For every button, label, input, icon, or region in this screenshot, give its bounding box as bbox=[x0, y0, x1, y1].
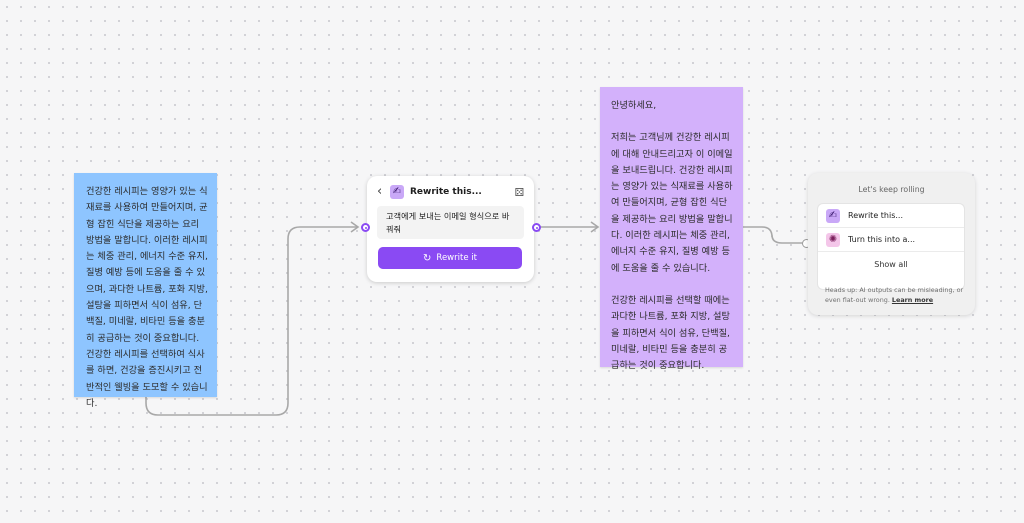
output-sticky-note[interactable]: 안녕하세요, 저희는 고객님께 건강한 레시피에 대해 안내드리고자 이 이메일… bbox=[600, 87, 743, 371]
rewrite-icon: ✍ bbox=[390, 185, 404, 199]
refresh-icon: ↻ bbox=[423, 252, 432, 264]
rewrite-it-button[interactable]: ↻ Rewrite it bbox=[378, 247, 522, 269]
rewrite-it-label: Rewrite it bbox=[436, 253, 477, 263]
action-label: Rewrite this... bbox=[848, 211, 904, 220]
connector-arrowhead-card bbox=[350, 221, 360, 233]
rewrite-card-title: Rewrite this... bbox=[410, 187, 482, 197]
source-sticky-text: 건강한 레시피는 영양가 있는 식재료를 사용하여 만들어지며, 균형 잡힌 식… bbox=[86, 186, 211, 409]
action-rewrite-this[interactable]: ✍ Rewrite this... bbox=[818, 204, 964, 228]
rewrite-card[interactable]: ‹ ✍ Rewrite this... ⚄ 고객에게 보내는 이메일 형식으로 … bbox=[367, 176, 534, 282]
transform-icon: ✺ bbox=[826, 232, 840, 247]
action-label: Turn this into a... bbox=[848, 235, 916, 244]
ai-disclaimer: Heads up: AI outputs can be misleading, … bbox=[825, 285, 965, 306]
dice-icon[interactable]: ⚄ bbox=[514, 186, 524, 199]
show-all-button[interactable]: Show all bbox=[818, 252, 964, 276]
learn-more-link[interactable]: Learn more bbox=[892, 296, 933, 304]
action-list: ✍ Rewrite this... ✺ Turn this into a... … bbox=[818, 204, 964, 289]
chevron-left-icon[interactable]: ‹ bbox=[377, 183, 389, 201]
connector-arrowhead-purple bbox=[590, 221, 600, 233]
connector-purple-to-panel bbox=[743, 226, 802, 244]
card-output-port[interactable] bbox=[532, 223, 541, 232]
next-actions-panel: Let's keep rolling ✍ Rewrite this... ✺ T… bbox=[808, 173, 975, 315]
rewrite-icon: ✍ bbox=[826, 208, 840, 223]
source-sticky-note[interactable]: 건강한 레시피는 영양가 있는 식재료를 사용하여 만들어지며, 균형 잡힌 식… bbox=[74, 173, 217, 409]
output-paragraph-2: 건강한 레시피를 선택할 때에는 과다한 나트륨, 포화 지방, 설탕을 피하면… bbox=[611, 294, 733, 372]
output-greeting: 안녕하세요, bbox=[611, 100, 657, 111]
rewrite-card-header: ‹ ✍ Rewrite this... ⚄ bbox=[377, 183, 524, 201]
action-turn-this-into[interactable]: ✺ Turn this into a... bbox=[818, 228, 964, 252]
output-paragraph-1: 저희는 고객님께 건강한 레시피에 대해 안내드리고자 이 이메일을 보내드립니… bbox=[611, 132, 733, 274]
card-input-port[interactable] bbox=[361, 223, 370, 232]
rewrite-prompt-input[interactable]: 고객에게 보내는 이메일 형식으로 바꿔줘 bbox=[377, 206, 524, 239]
panel-title: Let's keep rolling bbox=[858, 185, 925, 194]
